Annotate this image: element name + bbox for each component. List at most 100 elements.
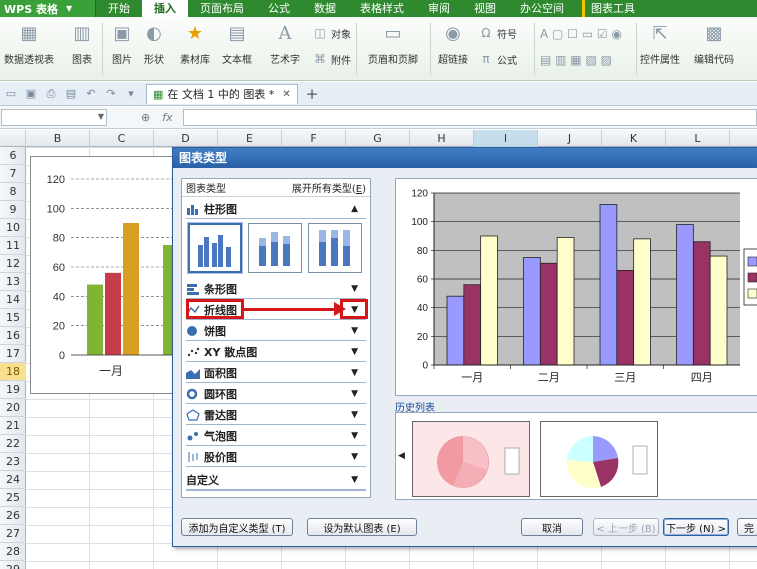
chart-type-doughnut[interactable]: 圆环图 ▼ (186, 384, 366, 404)
chart-type-radar[interactable]: 雷达图 ▼ (186, 405, 366, 425)
menu-insert[interactable]: 插入 (142, 0, 188, 17)
history-item-pie-2[interactable] (540, 421, 658, 497)
wordart-button[interactable]: A 艺术字 (270, 21, 300, 67)
row-header-10[interactable]: 10 (0, 219, 26, 237)
next-step-button[interactable]: 下一步 (N) > (663, 518, 729, 536)
column-header-d[interactable]: D (154, 130, 218, 147)
set-default-chart-button[interactable]: 设为默认图表 (E) (307, 518, 417, 536)
textbox-button[interactable]: ▤ 文本框 (222, 21, 252, 67)
column-subtype-clustered[interactable] (188, 223, 242, 273)
header-footer-button[interactable]: ▭ 页眉和页脚 (368, 21, 418, 67)
folder-icon[interactable]: ▭ (2, 85, 20, 103)
row-header-8[interactable]: 8 (0, 183, 26, 201)
chart-type-bubble[interactable]: 气泡图 ▼ (186, 426, 366, 446)
row-header-7[interactable]: 7 (0, 165, 26, 183)
chart-type-column[interactable]: 柱形图 ▲ (186, 199, 366, 219)
preview-icon[interactable]: ▤ (62, 85, 80, 103)
close-icon[interactable]: ✕ (282, 89, 290, 100)
row-header-27[interactable]: 27 (0, 525, 26, 543)
row-header-22[interactable]: 22 (0, 435, 26, 453)
expand-icon[interactable]: ▼ (351, 284, 358, 294)
row-header-15[interactable]: 15 (0, 309, 26, 327)
control-properties-button[interactable]: ⇱ 控件属性 (640, 21, 680, 67)
form-controls-row-2[interactable]: ▤ ▥ ▦ ▧ ▨ (540, 53, 612, 67)
menu-view[interactable]: 视图 (462, 0, 508, 17)
expand-icon[interactable]: ▼ (351, 452, 358, 462)
column-header-g[interactable]: G (346, 130, 410, 147)
history-item-pie-1[interactable] (412, 421, 530, 497)
column-header-j[interactable]: J (538, 130, 602, 147)
expand-icon[interactable]: ▼ (351, 431, 358, 441)
menu-page-layout[interactable]: 页面布局 (188, 0, 256, 17)
chart-type-pie[interactable]: 饼图 ▼ (186, 321, 366, 341)
row-header-29[interactable]: 29 (0, 561, 26, 569)
row-header-19[interactable]: 19 (0, 381, 26, 399)
undo-icon[interactable]: ↶ (82, 85, 100, 103)
row-header-17[interactable]: 17 (0, 345, 26, 363)
edit-code-button[interactable]: ▩ 编辑代码 (694, 21, 734, 67)
row-header-18[interactable]: 18 (0, 363, 26, 381)
chevron-down-icon[interactable]: ▾ (122, 85, 140, 103)
redo-icon[interactable]: ↷ (102, 85, 120, 103)
row-header-28[interactable]: 28 (0, 543, 26, 561)
expand-icon[interactable]: ▼ (351, 475, 358, 485)
name-box[interactable]: ▼ (1, 109, 107, 126)
row-header-16[interactable]: 16 (0, 327, 26, 345)
expand-icon[interactable]: ▼ (351, 368, 358, 378)
chart-type-area[interactable]: 面积图 ▼ (186, 363, 366, 383)
cancel-button[interactable]: 取消 (521, 518, 583, 536)
menu-chart-tools[interactable]: 图表工具 (582, 0, 647, 17)
pivot-table-button[interactable]: ▦ 数据透视表 (4, 21, 54, 67)
row-header-26[interactable]: 26 (0, 507, 26, 525)
form-controls-row-1[interactable]: A ▢ ☐ ▭ ☑ ◉ (540, 27, 622, 41)
row-header-13[interactable]: 13 (0, 273, 26, 291)
shape-button[interactable]: ◐ 形状 (142, 21, 166, 67)
formula-input[interactable] (182, 109, 757, 126)
menu-table-style[interactable]: 表格样式 (348, 0, 416, 17)
row-header-9[interactable]: 9 (0, 201, 26, 219)
previous-step-button[interactable]: < 上一步 (B) (593, 518, 659, 536)
row-header-12[interactable]: 12 (0, 255, 26, 273)
row-header-23[interactable]: 23 (0, 453, 26, 471)
chevron-left-icon[interactable]: ◀ (398, 451, 405, 461)
row-header-21[interactable]: 21 (0, 417, 26, 435)
row-header-14[interactable]: 14 (0, 291, 26, 309)
menu-home[interactable]: 开始 (96, 0, 142, 17)
chart-button[interactable]: ▥ 图表 (70, 21, 94, 67)
object-button[interactable]: ◫ 对象 (312, 25, 351, 41)
chart-type-bar[interactable]: 条形图 ▼ (186, 279, 366, 299)
row-header-6[interactable]: 6 (0, 147, 26, 165)
menu-data[interactable]: 数据 (302, 0, 348, 17)
app-menu-button[interactable]: WPS 表格 ▼ (0, 0, 96, 17)
column-header-f[interactable]: F (282, 130, 346, 147)
row-header-20[interactable]: 20 (0, 399, 26, 417)
row-header-11[interactable]: 11 (0, 237, 26, 255)
expand-icon[interactable]: ▼ (351, 389, 358, 399)
fx-icon[interactable]: fx (162, 111, 172, 124)
row-header-24[interactable]: 24 (0, 471, 26, 489)
material-library-button[interactable]: ★ 素材库 (180, 21, 210, 67)
column-header-h[interactable]: H (410, 130, 474, 147)
expand-all-types-button[interactable]: 展开所有类型(E) (292, 180, 366, 195)
hyperlink-button[interactable]: ◉ 超链接 (438, 21, 468, 67)
attachment-button[interactable]: ⌘ 附件 (312, 51, 351, 67)
expand-icon[interactable]: ▼ (351, 326, 358, 336)
save-icon[interactable]: ▣ (22, 85, 40, 103)
column-header-k[interactable]: K (602, 130, 666, 147)
expand-icon[interactable]: ▼ (351, 347, 358, 357)
menu-review[interactable]: 审阅 (416, 0, 462, 17)
add-tab-icon[interactable]: + (306, 85, 319, 103)
column-header-i[interactable]: I (474, 130, 538, 147)
sheet-chart[interactable]: 120 100 80 60 40 20 0 一月 (30, 156, 180, 394)
print-icon[interactable]: ⎙ (42, 85, 60, 103)
finish-button[interactable]: 完 (737, 518, 757, 536)
chart-type-custom[interactable]: 自定义 ▼ (186, 471, 366, 491)
expand-icon[interactable]: ▼ (351, 410, 358, 420)
menu-formulas[interactable]: 公式 (256, 0, 302, 17)
column-subtype-percent[interactable] (308, 223, 362, 273)
select-all-corner[interactable] (0, 130, 26, 147)
column-header-c[interactable]: C (90, 130, 154, 147)
column-header-b[interactable]: B (26, 130, 90, 147)
column-header-e[interactable]: E (218, 130, 282, 147)
add-custom-type-button[interactable]: 添加为自定义类型 (T) (181, 518, 293, 536)
